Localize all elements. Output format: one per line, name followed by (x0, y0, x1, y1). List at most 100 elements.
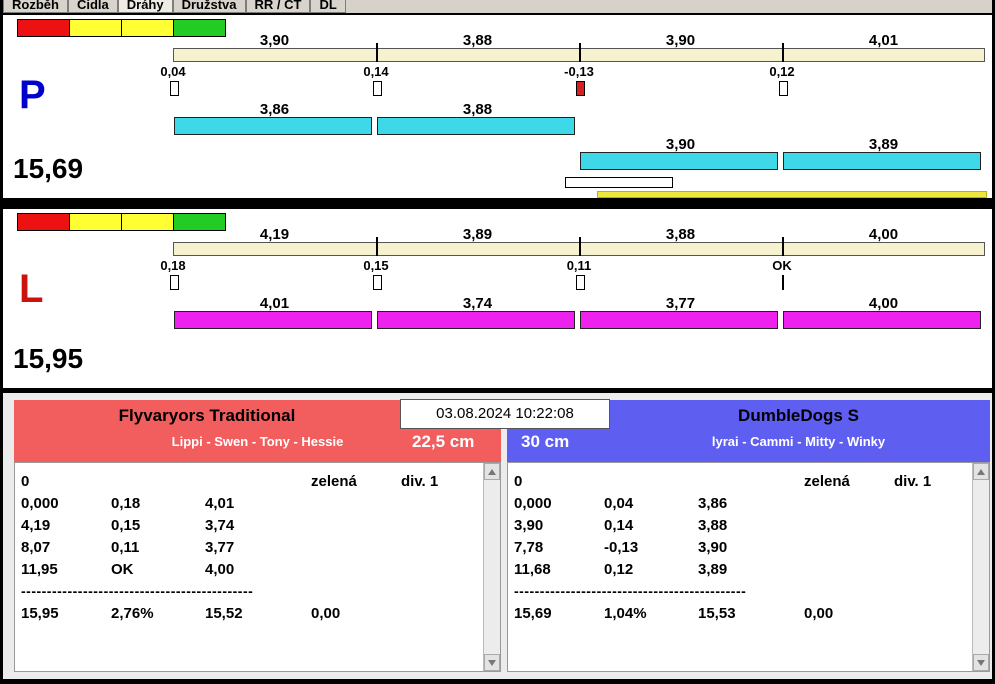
jump-height: 30 cm (521, 432, 570, 451)
lane-letter: P (19, 73, 46, 117)
split-bar-label: 3,89 (868, 136, 899, 153)
table-cell: 0 (514, 473, 523, 490)
table-cell: 0,14 (604, 517, 634, 534)
scroll-up-button[interactable] (484, 463, 500, 480)
segment-divider (579, 43, 581, 62)
chevron-down-icon (977, 659, 985, 666)
tab-druzstva[interactable]: Družstva (172, 0, 246, 13)
table-cell: div. 1 (401, 473, 439, 490)
split-bar (174, 117, 372, 135)
lane-letter: L (19, 267, 44, 311)
traffic-light-segment (17, 19, 70, 37)
table-cell: 0 (21, 473, 30, 490)
segment-divider (376, 43, 378, 62)
segment-divider (782, 43, 784, 62)
delta-marker (782, 275, 784, 290)
totals-cell: 15,52 (205, 605, 243, 622)
table-cell: 3,86 (698, 495, 728, 512)
table-cell: 0,18 (111, 495, 141, 512)
split-bar-label: 3,88 (462, 101, 493, 118)
table-cell: OK (111, 561, 134, 578)
totals-cell: 0,00 (804, 605, 834, 622)
split-bar-label: 3,77 (665, 295, 696, 312)
segment-divider (782, 237, 784, 256)
table-cell: 7,78 (514, 539, 544, 556)
scroll-up-button[interactable] (973, 463, 989, 480)
split-bar (783, 311, 981, 329)
totals-cell: 15,53 (698, 605, 736, 622)
results-table-left[interactable]: 0 zelená div. 1 0,000 0,18 4,01 4,19 0,15 3,74 8,… (14, 462, 501, 672)
traffic-light-segment (69, 213, 122, 231)
delta-label: 0,04 (160, 64, 186, 79)
tab-cidla[interactable]: Čidla (67, 0, 118, 13)
totals-cell: 0,00 (311, 605, 341, 622)
delta-label: 0,11 (566, 258, 592, 273)
table-cell: 3,90 (514, 517, 544, 534)
results-table-right[interactable]: 0 zelená div. 1 0,000 0,04 3,86 3,90 0,14 3,88 7,… (507, 462, 990, 672)
split-bar-label: 4,01 (259, 295, 290, 312)
tab-dl[interactable]: DL (310, 0, 346, 13)
table-cell: 4,19 (21, 517, 51, 534)
dashes-divider: ----------------------------------------… (514, 583, 747, 599)
delta-label: -0,13 (564, 64, 594, 79)
split-bar (580, 311, 778, 329)
lane-total: 15,69 (13, 153, 84, 184)
dashes-divider: ----------------------------------------… (21, 583, 254, 599)
segment-divider (579, 237, 581, 256)
split-time-label: 3,90 (259, 32, 290, 49)
scroll-down-button[interactable] (973, 654, 989, 671)
split-bar (580, 152, 778, 170)
table-cell: 4,00 (205, 561, 235, 578)
traffic-light-segment (121, 213, 174, 231)
totals-cell: 15,69 (514, 605, 552, 622)
table-cell: 8,07 (21, 539, 51, 556)
table-cell: 0,15 (111, 517, 141, 534)
table-cell: 3,88 (698, 517, 728, 534)
segment-divider (376, 237, 378, 256)
table-cell: 11,68 (514, 561, 551, 578)
lane-panel-p: P 15,69 3,90 3,88 3,90 4,01 0,04 0,14 -0,13 0,12 3… (3, 13, 992, 200)
delta-marker (779, 81, 788, 96)
chevron-down-icon (488, 659, 496, 666)
table-cell: 3,77 (205, 539, 235, 556)
split-bar (377, 311, 575, 329)
table-cell: 0,04 (604, 495, 634, 512)
traffic-light-segment (121, 19, 174, 37)
table-cell: -0,13 (604, 539, 639, 556)
delta-label: OK (772, 258, 792, 273)
split-bar-label: 4,00 (868, 295, 899, 312)
team-name: DumbleDogs S (738, 406, 859, 425)
table-cell: 0,000 (514, 495, 552, 512)
table-cell: 3,89 (698, 561, 728, 578)
split-bar-label: 3,74 (462, 295, 493, 312)
team-dogs: lyrai - Cammi - Mitty - Winky (711, 434, 886, 449)
traffic-light-segment (17, 213, 70, 231)
chevron-up-icon (977, 468, 985, 475)
bottom-section: Flyvaryors Traditional Lippi - Swen - To… (3, 393, 992, 679)
tab-rozbeh[interactable]: Rozběh (3, 0, 68, 13)
tab-rr-ct[interactable]: RR / ČT (245, 0, 311, 13)
totals-cell: 2,76% (111, 605, 154, 622)
scrollbar[interactable] (483, 463, 500, 671)
delta-marker (170, 81, 179, 96)
split-time-label: 3,88 (462, 32, 493, 49)
scrollbar[interactable] (972, 463, 989, 671)
run-timestamp: 03.08.2024 10:22:08 (400, 399, 610, 429)
totals-cell: 1,04% (604, 605, 647, 622)
highlight-bar (597, 191, 987, 198)
split-time-label: 4,01 (868, 32, 899, 49)
delta-label: 0,18 (160, 258, 186, 273)
finish-marker-box (565, 177, 673, 188)
table-cell: 0,000 (21, 495, 59, 512)
delta-label: 0,12 (769, 64, 795, 79)
tabbar: Rozběh Čidla Dráhy Družstva RR / ČT DL (3, 0, 992, 13)
table-body: 0 zelená div. 1 0,000 0,04 3,86 3,90 0,14 3,88 7,… (508, 463, 972, 671)
delta-marker (373, 275, 382, 290)
scroll-down-button[interactable] (484, 654, 500, 671)
tab-drahy[interactable]: Dráhy (117, 0, 173, 13)
delta-label: 0,15 (363, 258, 389, 273)
split-bar (377, 117, 575, 135)
split-time-label: 3,89 (462, 226, 493, 243)
delta-marker (373, 81, 382, 96)
split-time-label: 4,19 (259, 226, 290, 243)
